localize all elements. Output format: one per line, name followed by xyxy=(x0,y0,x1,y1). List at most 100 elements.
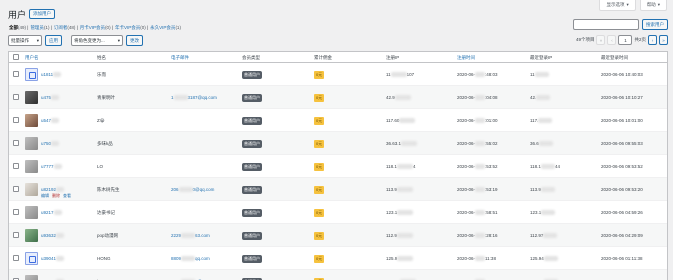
chevron-down-icon: ▾ xyxy=(117,37,120,43)
redacted-text xyxy=(51,95,60,101)
redacted-text xyxy=(397,210,414,216)
reg-time-prefix: 2020-06- xyxy=(457,95,476,100)
last-ip-prefix: 117. xyxy=(530,118,539,123)
bulk-apply-button[interactable]: 应用 xyxy=(45,35,62,46)
redacted-text xyxy=(178,187,193,193)
username-link[interactable]: u39041 xyxy=(41,256,65,262)
filter-link[interactable]: 月卡VIP会员(0) | xyxy=(80,25,113,31)
next-page-button[interactable]: › xyxy=(648,35,657,45)
display-name: 多味k品 xyxy=(97,141,113,146)
username-link[interactable]: u547 xyxy=(41,118,60,124)
username-link[interactable]: u750 xyxy=(41,141,60,147)
column-member-type: 会员类型 xyxy=(242,55,260,60)
last-login-time: 2020-06-06 04:29:09 xyxy=(601,233,643,238)
reg-time: 2020-06-:28:16 xyxy=(457,233,498,239)
redacted-text xyxy=(541,210,556,216)
redacted-text xyxy=(53,210,62,216)
filter-link[interactable]: 全部(49) | xyxy=(9,25,28,31)
last-ip: 11 xyxy=(530,72,549,78)
view-link[interactable]: 查看 xyxy=(63,193,71,199)
username-link[interactable]: u475 xyxy=(41,95,60,101)
avatar xyxy=(25,137,38,150)
column-reg-time[interactable]: 注册时间 xyxy=(457,55,475,61)
table-row: u82192 陈木树先生 206 0@qq.com 普通用户 0元 113.9 2020-06… xyxy=(9,178,667,201)
redacted-text xyxy=(394,95,411,101)
last-page-button[interactable]: » xyxy=(659,35,668,45)
email-part: 2229 xyxy=(171,233,182,238)
row-checkbox[interactable] xyxy=(13,186,19,192)
row-checkbox[interactable] xyxy=(13,232,19,238)
reg-time-prefix: 2020-06- xyxy=(457,118,476,123)
delete-link[interactable]: 删除 xyxy=(52,193,60,199)
reg-ip: 36.63.1 xyxy=(386,141,418,147)
email-link[interactable]: 1 3187@qq.com xyxy=(171,95,217,101)
current-page-input[interactable]: 1 xyxy=(618,35,633,45)
email-part: 206 xyxy=(171,187,179,192)
change-role-select[interactable]: 将角色变更为... ▾ xyxy=(71,35,123,46)
last-ip-suffix: 44 xyxy=(554,164,560,169)
member-type-badge: 普通用户 xyxy=(242,94,262,102)
redacted-text xyxy=(534,72,549,78)
display-name: 青果明叶 xyxy=(97,95,115,100)
redacted-text xyxy=(397,256,414,262)
redacted-text xyxy=(396,233,413,239)
items-count: 49个项目 xyxy=(575,37,595,42)
row-checkbox[interactable] xyxy=(13,255,19,261)
email-link[interactable]: 2229 63.com xyxy=(171,233,210,239)
avatar xyxy=(25,91,38,104)
filter-link[interactable]: 永久VIP会员(1) xyxy=(150,25,181,31)
avatar xyxy=(25,229,38,242)
column-username[interactable]: 用户名 xyxy=(25,55,39,61)
last-login-time: 2020-06-06 09:55:03 xyxy=(601,141,643,146)
row-checkbox[interactable] xyxy=(13,71,19,77)
edit-link[interactable]: 编辑 xyxy=(41,193,49,199)
search-input[interactable] xyxy=(573,19,639,30)
search-users-button[interactable]: 搜索用户 xyxy=(642,19,668,30)
filter-link[interactable]: 年卡VIP会员(0) | xyxy=(115,25,148,31)
row-checkbox[interactable] xyxy=(13,163,19,169)
redacted-text xyxy=(56,187,65,193)
reg-time-suffix: :04:08 xyxy=(485,95,498,100)
member-type-badge: 普通用户 xyxy=(242,209,262,217)
username-link[interactable]: u1811 xyxy=(41,72,62,78)
last-ip: 112.97 xyxy=(530,233,558,239)
filter-separator: | xyxy=(110,25,113,30)
username-text: u1811 xyxy=(41,72,54,77)
last-login-time: 2020-06-06 09:53:20 xyxy=(601,187,643,192)
select-all-checkbox[interactable] xyxy=(13,54,19,60)
filter-label: 全部 xyxy=(9,25,18,30)
pagination: 49个项目 « ‹ 1 共2页 › » xyxy=(576,35,668,45)
username-link[interactable]: u93632 xyxy=(41,233,65,239)
filter-link[interactable]: 管理员(1) | xyxy=(30,25,51,31)
member-type-badge: 普通用户 xyxy=(242,163,262,171)
reg-ip: 123.1 xyxy=(386,210,414,216)
username-link[interactable]: u82192 xyxy=(41,187,65,193)
redacted-text xyxy=(475,95,486,101)
reg-ip-prefix: 125.9 xyxy=(386,256,398,261)
email-link[interactable]: 8809 qq.com xyxy=(171,256,210,262)
table-row: u547 Z😀 普通用户 0元 117.60 2020-06-:01:00 117. 2020… xyxy=(9,109,667,132)
change-role-button[interactable]: 更改 xyxy=(126,35,143,46)
redacted-text xyxy=(396,164,413,170)
reg-time-prefix: 2020-06- xyxy=(457,164,476,169)
column-email[interactable]: 电子邮件 xyxy=(171,55,189,61)
reg-ip: 42.9 xyxy=(386,95,411,101)
add-user-button[interactable]: 添加用户 xyxy=(29,9,55,19)
username-link[interactable]: u9217 xyxy=(41,210,62,216)
row-checkbox[interactable] xyxy=(13,94,19,100)
reg-ip: 11 107 xyxy=(386,72,414,78)
email-link[interactable]: 206 0@qq.com xyxy=(171,187,214,193)
row-checkbox[interactable] xyxy=(13,117,19,123)
help-tab[interactable]: 帮助 ▾ xyxy=(639,0,667,11)
filter-link[interactable]: 订阅者(48) | xyxy=(54,25,78,31)
username-link[interactable]: u7777 xyxy=(41,164,62,170)
screen-options-tab[interactable]: 显示选项 ▾ xyxy=(599,0,636,11)
bulk-action-select[interactable]: 批量操作 ▾ xyxy=(8,35,42,46)
redacted-text xyxy=(538,118,553,124)
row-checkbox[interactable] xyxy=(13,209,19,215)
reg-time-suffix: :01:00 xyxy=(485,118,498,123)
reg-ip: 113.9 xyxy=(386,187,413,193)
row-checkbox[interactable] xyxy=(13,140,19,146)
table-row: u7777 LO 普通用户 0元 118.1 4 2020-06-:53:52 118.1 44… xyxy=(9,155,667,178)
first-page-button: « xyxy=(596,35,606,45)
